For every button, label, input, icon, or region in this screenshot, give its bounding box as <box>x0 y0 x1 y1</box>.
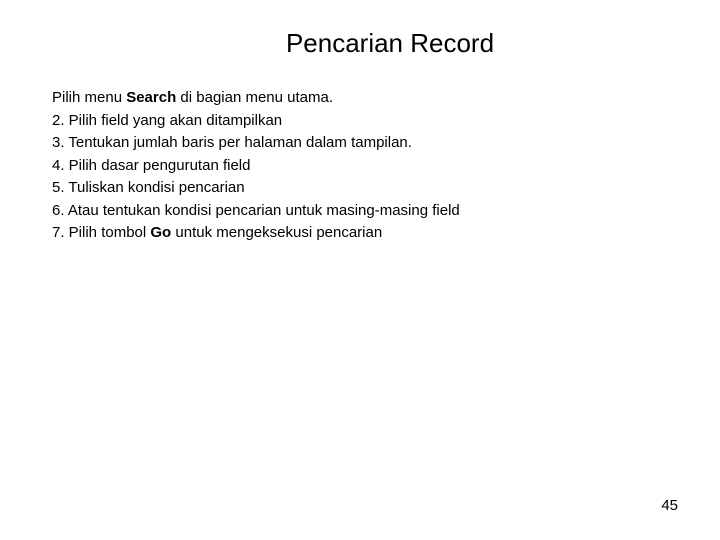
list-item: 5. Tuliskan kondisi pencarian <box>52 177 668 200</box>
bold-text: Search <box>126 89 176 106</box>
text: di bagian menu utama. <box>176 89 333 106</box>
list-item: 4. Pilih dasar pengurutan field <box>52 155 668 178</box>
list-item: Pilih menu Search di bagian menu utama. <box>52 87 668 110</box>
bold-text: Go <box>150 224 171 241</box>
list-item: 6. Atau tentukan kondisi pencarian untuk… <box>52 200 668 223</box>
text: untuk mengeksekusi pencarian <box>171 224 382 241</box>
text: Pilih menu <box>52 89 126 106</box>
list-item: 2. Pilih field yang akan ditampilkan <box>52 110 668 133</box>
list-item: 3. Tentukan jumlah baris per halaman dal… <box>52 132 668 155</box>
text: 7. Pilih tombol <box>52 224 150 241</box>
slide-title: Pencarian Record <box>112 28 668 59</box>
list-item: 7. Pilih tombol Go untuk mengeksekusi pe… <box>52 222 668 245</box>
instruction-list: Pilih menu Search di bagian menu utama. … <box>52 87 668 245</box>
page-number: 45 <box>661 497 678 514</box>
